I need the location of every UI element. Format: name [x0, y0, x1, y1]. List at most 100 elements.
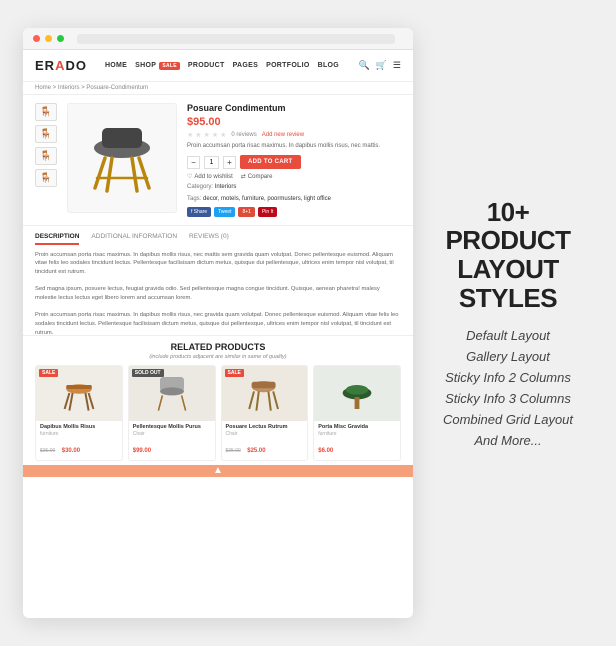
qty-minus[interactable]: −	[187, 156, 200, 169]
nav-home[interactable]: HOME	[105, 62, 127, 69]
related-name-3: Posuare Lectus Rutrum	[226, 424, 304, 431]
related-info-4: Porta Misc Gravida furniture $6.00	[314, 421, 400, 460]
product-main-image	[67, 103, 177, 213]
related-product-svg-1	[55, 369, 103, 417]
qty-value[interactable]: 1	[204, 156, 219, 169]
cart-icon[interactable]: 🛒	[376, 60, 387, 71]
browser-url-bar	[77, 34, 395, 44]
sale-badge-1: SALE	[39, 369, 58, 377]
related-price-row-3: $35.00 $25.00	[226, 439, 304, 457]
shop-badge: SALE	[159, 62, 180, 70]
breadcrumb-text: Home > Interiors > Posuare-Condimentum	[35, 85, 148, 91]
related-info-3: Posuare Lectus Rutrum Chair $35.00 $25.0…	[222, 421, 308, 460]
facebook-share[interactable]: f Share	[187, 207, 211, 217]
social-share-row: f Share Tweet 8+1 Pin It	[187, 207, 401, 217]
tab-para-1: Proin accumsan porta risac maximus. In d…	[35, 251, 401, 277]
related-subtitle2-4: furniture	[318, 431, 396, 437]
product-info: Posuare Condimentum $95.00 ★ ★ ★ ★ ★ 0 r…	[187, 103, 401, 217]
add-to-wishlist[interactable]: ♡ Add to wishlist	[187, 173, 233, 180]
layout-item-3: Sticky Info 2 Columns	[445, 370, 571, 385]
nav-portfolio[interactable]: PORTFOLIO	[266, 62, 310, 69]
add-to-cart-button[interactable]: ADD TO CART	[240, 155, 301, 169]
related-name-2: Pellentesque Mollis Purus	[133, 424, 211, 431]
layout-item-1: Default Layout	[466, 328, 550, 343]
layout-item-5: Combined Grid Layout	[443, 412, 573, 427]
star-2: ★	[195, 131, 201, 139]
product-tabs: DESCRIPTION ADDITIONAL INFORMATION REVIE…	[23, 225, 413, 245]
tab-description[interactable]: DESCRIPTION	[35, 233, 79, 245]
product-rating: ★ ★ ★ ★ ★ 0 reviews Add new review	[187, 131, 401, 139]
related-price-row-1: $35.00 $30.00	[40, 439, 118, 457]
related-card-3[interactable]: SALE Posuare Lectus Rutrum	[221, 365, 309, 461]
nav-pages[interactable]: PAGES	[233, 62, 259, 69]
product-category: Category: Interiors	[187, 183, 401, 193]
pinterest-share[interactable]: Pin It	[258, 207, 277, 217]
sale-badge-3: SALE	[225, 369, 244, 377]
related-img-4	[314, 366, 400, 421]
compare-icon: ⇄	[241, 173, 246, 180]
compare-button[interactable]: ⇄ Compare	[241, 173, 273, 180]
breadcrumb: Home > Interiors > Posuare-Condimentum	[23, 82, 413, 95]
thumb-2[interactable]: 🪑	[35, 125, 57, 143]
related-subtitle2-1: furniture	[40, 431, 118, 437]
related-card-1[interactable]: SALE Dapibus Mollis Risus	[35, 365, 123, 461]
related-old-price-3: $35.00	[226, 448, 241, 454]
related-info-2: Pellentesque Mollis Purus Chair $99.00	[129, 421, 215, 460]
add-review-link[interactable]: Add new review	[262, 132, 304, 138]
product-description: Proin accumsan porta risac maximus. In d…	[187, 142, 401, 150]
star-3: ★	[204, 131, 210, 139]
right-panel: 10+ PRODUCT LAYOUT STYLES Default Layout…	[413, 178, 603, 468]
main-nav: HOME SHOP SALE PRODUCT PAGES PORTFOLIO B…	[105, 62, 349, 69]
thumb-3[interactable]: 🪑	[35, 147, 57, 165]
related-price-row-2: $99.00	[133, 439, 211, 457]
related-card-4[interactable]: Porta Misc Gravida furniture $6.00	[313, 365, 401, 461]
layout-item-6: And More...	[474, 433, 541, 448]
dot-green	[57, 35, 64, 42]
main-content: 🪑 🪑 🪑 🪑	[23, 95, 413, 225]
site-header: ERADO HOME SHOP SALE PRODUCT PAGES PORTF…	[23, 50, 413, 82]
tab-additional-info[interactable]: ADDITIONAL INFORMATION	[91, 233, 177, 245]
header-icons: 🔍 🛒 ☰	[358, 60, 401, 71]
browser-content: ERADO HOME SHOP SALE PRODUCT PAGES PORTF…	[23, 50, 413, 618]
related-card-2[interactable]: SOLD OUT Pellentesque Mollis Purus Chair	[128, 365, 216, 461]
scroll-up-arrow[interactable]: ▲	[213, 465, 223, 476]
tab-reviews[interactable]: REVIEWS (0)	[189, 233, 229, 245]
thumb-4[interactable]: 🪑	[35, 169, 57, 187]
review-count: 0 reviews	[231, 132, 256, 138]
qty-plus[interactable]: +	[223, 156, 236, 169]
related-price-3: $25.00	[247, 448, 265, 454]
chair-svg	[77, 113, 167, 203]
related-product-svg-4	[337, 369, 377, 417]
related-subtitle: (include products adjacent are similar i…	[35, 354, 401, 360]
nav-blog[interactable]: BLOG	[318, 62, 339, 69]
nav-product[interactable]: PRODUCT	[188, 62, 225, 69]
related-subtitle2-3: Chair	[226, 431, 304, 437]
category-value[interactable]: Interiors	[215, 184, 237, 190]
layout-list: Default Layout Gallery Layout Sticky Inf…	[423, 328, 593, 448]
product-thumbnails: 🪑 🪑 🪑 🪑	[35, 103, 57, 217]
star-4: ★	[212, 131, 218, 139]
thumb-1[interactable]: 🪑	[35, 103, 57, 121]
product-tags: Tags: decor, motels, furniture, poormust…	[187, 195, 401, 205]
wishlist-compare-row: ♡ Add to wishlist ⇄ Compare	[187, 173, 401, 180]
related-price-2: $99.00	[133, 448, 151, 454]
quantity-row: − 1 + ADD TO CART	[187, 155, 401, 169]
google-plus-share[interactable]: 8+1	[238, 207, 254, 217]
sold-out-badge-2: SOLD OUT	[132, 369, 164, 377]
layout-item-2: Gallery Layout	[466, 349, 550, 364]
related-old-price-1: $35.00	[40, 448, 55, 454]
site-logo: ERADO	[35, 58, 87, 73]
search-icon[interactable]: 🔍	[358, 60, 369, 71]
menu-icon[interactable]: ☰	[393, 60, 401, 71]
related-name-1: Dapibus Mollis Risus	[40, 424, 118, 431]
related-title: RELATED PRODUCTS	[35, 342, 401, 352]
nav-shop[interactable]: SHOP SALE	[135, 62, 180, 69]
browser-mockup: ERADO HOME SHOP SALE PRODUCT PAGES PORTF…	[23, 28, 413, 618]
tags-value: decor, motels, furniture, poormusters, l…	[203, 196, 331, 202]
related-img-3: SALE	[222, 366, 308, 421]
twitter-share[interactable]: Tweet	[214, 207, 235, 217]
related-price-1: $30.00	[62, 448, 80, 454]
browser-bar	[23, 28, 413, 50]
tab-para-2: Sed magna ipsum, posuere lectus, feugiat…	[35, 285, 401, 302]
star-1: ★	[187, 131, 193, 139]
